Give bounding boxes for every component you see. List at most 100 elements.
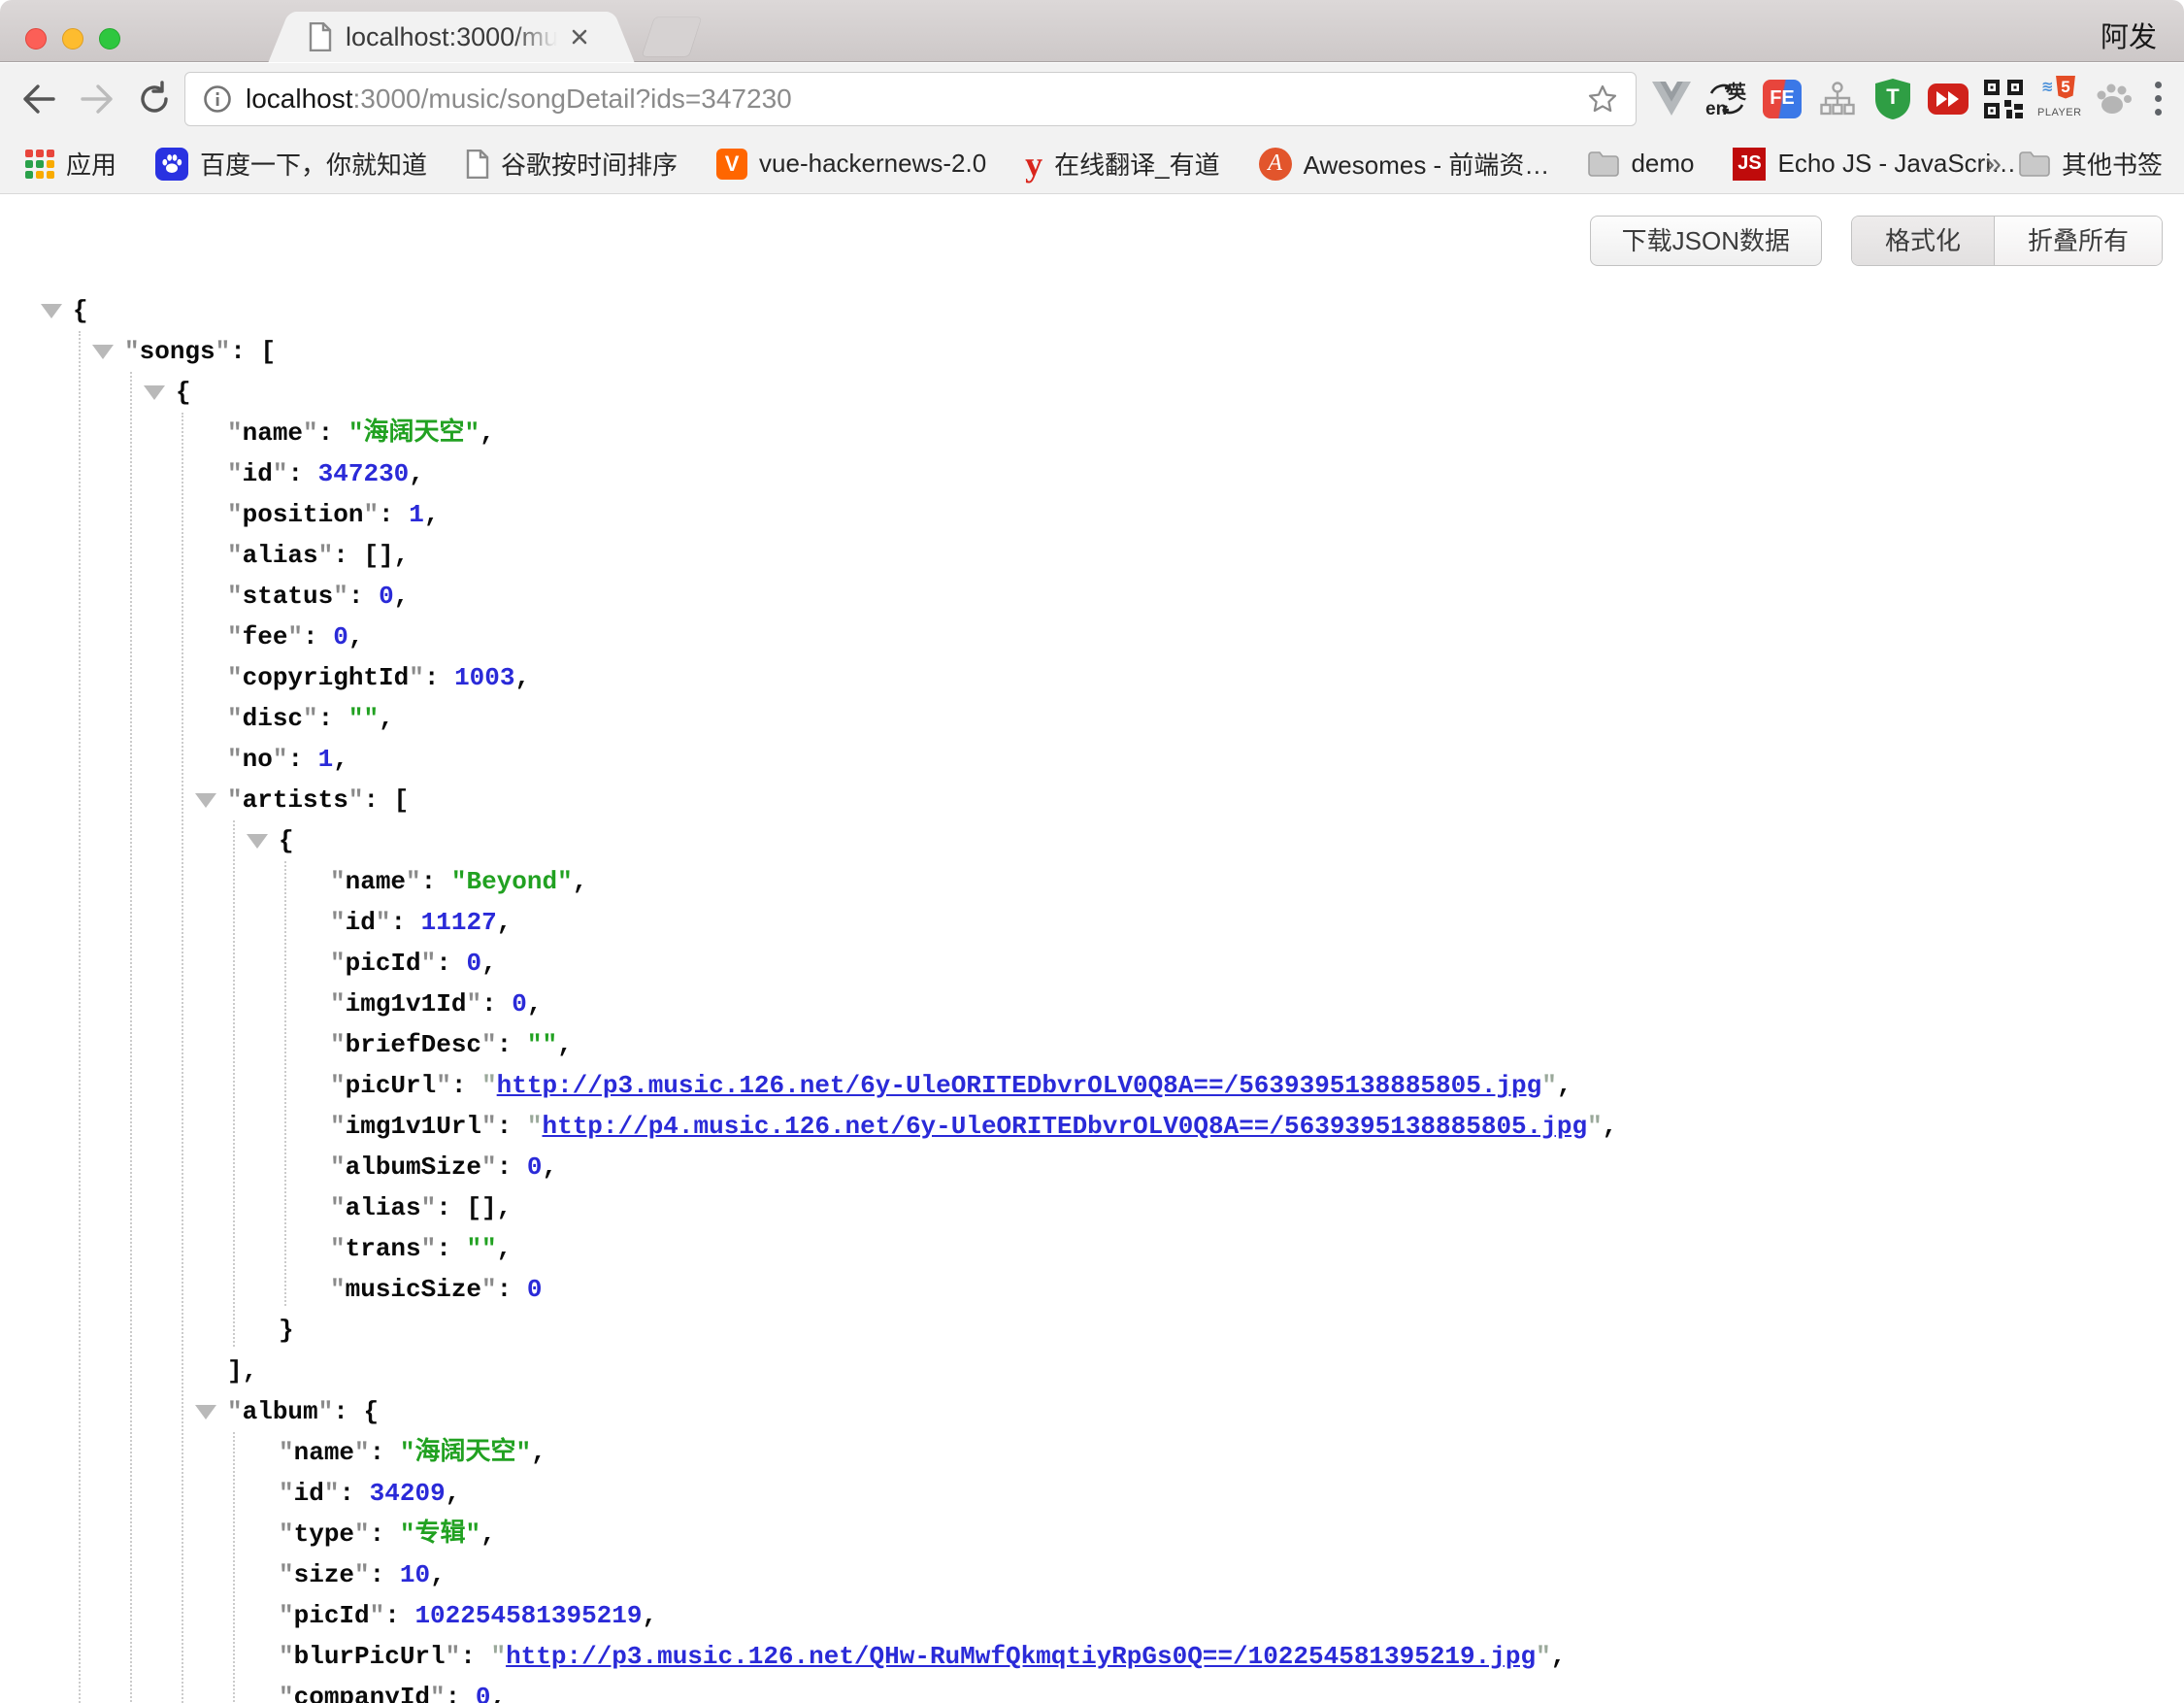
download-json-button[interactable]: 下载JSON数据 — [1590, 216, 1822, 266]
json-close-row: } — [0, 1310, 2184, 1351]
back-button[interactable] — [16, 77, 60, 121]
format-button[interactable]: 格式化 — [1852, 217, 1994, 265]
view-mode-group: 格式化 折叠所有 — [1851, 216, 2163, 266]
json-row: { — [0, 820, 2184, 861]
other-bookmarks-folder[interactable]: 其他书签 — [2019, 146, 2163, 182]
bookmark-google-sort[interactable]: 谷歌按时间排序 — [466, 146, 678, 182]
collapse-triangle-icon[interactable] — [195, 793, 216, 808]
json-row: "briefDesc": "", — [0, 1024, 2184, 1065]
bookmark-youdao[interactable]: y 在线翻译_有道 — [1025, 146, 1219, 182]
browser-window: localhost:3000/music/songDe 阿发 localhost… — [0, 0, 2184, 1703]
json-row: "position": 1, — [0, 494, 2184, 535]
paw-icon[interactable] — [2093, 78, 2135, 120]
bookmarks-bar: 应用 百度一下，你就知道 谷歌按时间排序 V vue-hackernews-2.… — [0, 134, 2184, 194]
json-row: "blurPicUrl": "http://p3.music.126.net/Q… — [0, 1636, 2184, 1677]
json-toolbar: 下载JSON数据 格式化 折叠所有 — [1590, 216, 2163, 266]
video-download-icon[interactable] — [1927, 78, 1969, 120]
translate-icon[interactable]: 英 en — [1705, 78, 1748, 120]
tab-title: localhost:3000/music/songDe — [346, 22, 557, 52]
reload-button[interactable] — [132, 77, 177, 121]
html5-player-icon[interactable]: ≋ 5 PLAYER — [2037, 78, 2080, 120]
bookmark-demo-folder[interactable]: demo — [1588, 149, 1694, 179]
url-text[interactable]: localhost:3000/music/songDetail?ids=3472… — [246, 83, 1587, 115]
json-row: "songs": [ — [0, 331, 2184, 372]
profile-name[interactable]: 阿发 — [2101, 15, 2157, 55]
bookmark-apps[interactable]: 应用 — [25, 146, 116, 182]
json-row: "img1v1Id": 0, — [0, 984, 2184, 1024]
echojs-icon: JS — [1733, 148, 1766, 181]
vue-devtools-icon[interactable] — [1650, 78, 1693, 120]
json-row: "companyId": 0, — [0, 1677, 2184, 1703]
json-row: "albumSize": 0, — [0, 1147, 2184, 1187]
json-children: {"name": "海阔天空","id": 347230,"position":… — [0, 372, 2184, 1703]
json-children: "name": "Beyond","id": 11127,"picId": 0,… — [0, 861, 2184, 1310]
json-row: "copyrightId": 1003, — [0, 657, 2184, 698]
json-children: {"name": "Beyond","id": 11127,"picId": 0… — [0, 820, 2184, 1351]
page-content: 下载JSON数据 格式化 折叠所有 {"songs": [{"name": "海… — [0, 195, 2184, 1703]
tab-close-icon[interactable] — [567, 24, 592, 50]
json-row: "trans": "", — [0, 1228, 2184, 1269]
json-row: "alias": [], — [0, 1187, 2184, 1228]
json-row: "id": 11127, — [0, 902, 2184, 943]
chrome-menu-icon[interactable] — [2154, 78, 2162, 120]
forward-button[interactable] — [76, 77, 120, 121]
json-link[interactable]: http://p3.music.126.net/QHw-RuMwfQkmqtiy… — [506, 1642, 1536, 1671]
bookmarks-overflow-icon[interactable]: » — [1985, 148, 2002, 181]
collapse-triangle-icon[interactable] — [247, 834, 268, 849]
qr-code-icon[interactable] — [1982, 78, 2025, 120]
close-window-button[interactable] — [25, 28, 47, 50]
json-row: "picId": 0, — [0, 943, 2184, 984]
bookmark-star-icon[interactable] — [1587, 83, 1618, 115]
json-row: "name": "Beyond", — [0, 861, 2184, 902]
json-row: { — [0, 290, 2184, 331]
json-row: "id": 34209, — [0, 1473, 2184, 1514]
folder-icon — [2019, 151, 2050, 177]
bookmark-baidu[interactable]: 百度一下，你就知道 — [155, 146, 427, 182]
browser-toolbar: localhost:3000/music/songDetail?ids=3472… — [0, 63, 2184, 134]
youdao-icon: y — [1025, 150, 1042, 179]
bookmark-echojs[interactable]: JS Echo JS - JavaScri… — [1733, 148, 2016, 181]
json-children: "name": "海阔天空","id": 34209,"type": "专辑",… — [0, 1432, 2184, 1703]
json-row: "picId": 102254581395219, — [0, 1595, 2184, 1636]
json-link[interactable]: http://p3.music.126.net/6y-UleORITEDbvrO… — [497, 1071, 1542, 1100]
bookmark-awesomes[interactable]: A Awesomes - 前端资… — [1259, 146, 1550, 182]
collapse-triangle-icon[interactable] — [41, 304, 62, 318]
url-bar[interactable]: localhost:3000/music/songDetail?ids=3472… — [184, 72, 1637, 126]
json-viewer: {"songs": [{"name": "海阔天空","id": 347230,… — [0, 290, 2184, 1703]
json-row: "alias": [], — [0, 535, 2184, 576]
json-row: "status": 0, — [0, 576, 2184, 617]
baidu-paw-icon — [155, 148, 188, 181]
json-row: "id": 347230, — [0, 453, 2184, 494]
json-row: "musicSize": 0 — [0, 1269, 2184, 1310]
json-row: "no": 1, — [0, 739, 2184, 780]
json-row: "img1v1Url": "http://p4.music.126.net/6y… — [0, 1106, 2184, 1147]
json-row: { — [0, 372, 2184, 413]
zoom-window-button[interactable] — [99, 28, 120, 50]
minimize-window-button[interactable] — [62, 28, 83, 50]
site-info-icon[interactable] — [203, 84, 232, 114]
json-link[interactable]: http://p4.music.126.net/6y-UleORITEDbvrO… — [542, 1112, 1587, 1141]
collapse-triangle-icon[interactable] — [195, 1405, 216, 1419]
json-children: "name": "海阔天空","id": 347230,"position": … — [0, 413, 2184, 1703]
json-row: "fee": 0, — [0, 617, 2184, 657]
bookmark-vue-hackernews[interactable]: V vue-hackernews-2.0 — [716, 149, 986, 180]
collapse-triangle-icon[interactable] — [92, 345, 114, 359]
collapse-triangle-icon[interactable] — [144, 385, 165, 400]
new-tab-button[interactable] — [643, 17, 702, 56]
extensions-row: 英 en FE T ≋ — [1650, 63, 2162, 134]
tampermonkey-icon[interactable]: T — [1871, 78, 1914, 120]
browser-tab[interactable]: localhost:3000/music/songDe — [293, 12, 610, 62]
json-row: "picUrl": "http://p3.music.126.net/6y-Ul… — [0, 1065, 2184, 1106]
json-row: "name": "海阔天空", — [0, 413, 2184, 453]
json-row: "size": 10, — [0, 1554, 2184, 1595]
json-row: "name": "海阔天空", — [0, 1432, 2184, 1473]
apps-grid-icon — [25, 150, 54, 179]
collapse-all-button[interactable]: 折叠所有 — [1994, 217, 2162, 265]
fe-helper-icon[interactable]: FE — [1761, 78, 1803, 120]
folder-icon — [1588, 151, 1619, 177]
sitemap-icon[interactable] — [1816, 78, 1859, 120]
json-row: "disc": "", — [0, 698, 2184, 739]
json-row: "album": { — [0, 1391, 2184, 1432]
json-children: "songs": [{"name": "海阔天空","id": 347230,"… — [0, 331, 2184, 1703]
url-path: :3000/music/songDetail?ids=347230 — [353, 83, 792, 114]
